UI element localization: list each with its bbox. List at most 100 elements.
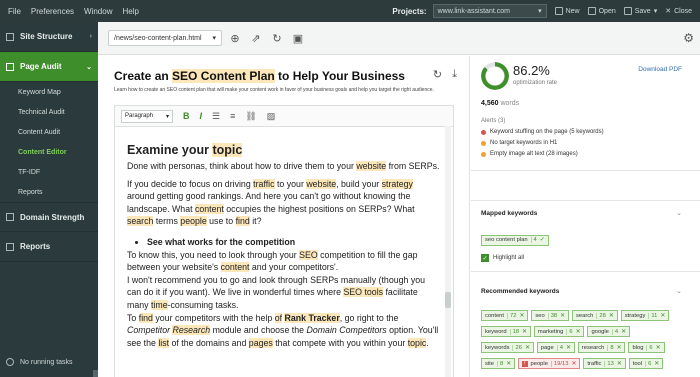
keyword-text: research	[581, 344, 605, 351]
text-run: Done with personas, think about how to d…	[127, 161, 357, 171]
remove-icon[interactable]: ✕	[571, 361, 576, 367]
alert-text: Keyword stuffing on the page (5 keywords…	[490, 129, 604, 135]
save-button-label: Save	[634, 7, 651, 15]
task-status: No running tasks	[0, 347, 98, 377]
keyword-tag[interactable]: ! people 19/13 ✕	[518, 358, 581, 369]
chevron-down-icon[interactable]: ⌄	[676, 287, 682, 295]
chevron-down-icon[interactable]: ⌄	[676, 209, 682, 217]
keyword-tag[interactable]: keyword 18 ✕	[481, 326, 531, 337]
remove-icon[interactable]: ✕	[522, 329, 527, 335]
new-button[interactable]: New	[554, 7, 580, 15]
menu-help[interactable]: Help	[122, 7, 138, 16]
document-title[interactable]: Create an SEO Content Plan to Help Your …	[114, 69, 405, 83]
gear-icon[interactable]: ⚙	[683, 31, 694, 45]
keyword-text: tool	[632, 360, 643, 367]
sidebar-subitem-keyword-map[interactable]: Keyword Map	[0, 82, 98, 102]
italic-icon[interactable]: I	[200, 111, 203, 121]
link-icon[interactable]: ⛓	[245, 111, 256, 122]
new-button-label: New	[565, 7, 580, 15]
keyword-tag[interactable]: tool 6 ✕	[628, 358, 664, 369]
keyword-tag[interactable]: keywords 26 ✕	[481, 342, 534, 353]
editor-scrollbar[interactable]	[445, 126, 451, 377]
editor-content[interactable]: Examine your topic Done with personas, t…	[114, 126, 454, 377]
chevron-down-icon: ▾	[538, 8, 542, 15]
sidebar-subitem-technical-audit[interactable]: Technical Audit	[0, 102, 98, 122]
keyword-tag[interactable]: seo content plan 4 ✓	[481, 234, 549, 246]
remove-icon[interactable]: ✕	[654, 361, 659, 367]
url-select[interactable]: /news/seo-content-plan.html ▾	[108, 30, 222, 46]
bullet-list-icon[interactable]: ≡	[230, 111, 235, 121]
remove-icon[interactable]: ✕	[656, 345, 661, 351]
remove-icon[interactable]: ✕	[525, 345, 530, 351]
keyword-count: 4	[611, 328, 618, 335]
share-icon[interactable]: ⇗	[248, 30, 264, 46]
address-bar: /news/seo-content-plan.html ▾ ⊕ ⇗ ↻ ▣ ⚙	[98, 22, 700, 55]
menu-preferences[interactable]: Preferences	[31, 7, 74, 16]
remove-icon[interactable]: ✕	[519, 313, 524, 319]
sidebar-item-domain-strength[interactable]: Domain Strength	[0, 202, 98, 232]
content-heading: Examine your topic	[127, 143, 441, 157]
remove-icon[interactable]: ✕	[617, 361, 622, 367]
add-page-icon[interactable]: ⊕	[227, 30, 243, 46]
keyword-tag[interactable]: strategy 11 ✕	[620, 310, 670, 321]
refresh-icon[interactable]: ↻	[269, 30, 285, 46]
sidebar-subitem-content-editor[interactable]: Content Editor	[0, 142, 98, 162]
save-button[interactable]: Save ▾	[623, 7, 657, 15]
remove-icon[interactable]: ✕	[609, 313, 614, 319]
close-button[interactable]: ✕ Close	[665, 7, 692, 16]
download-icon[interactable]: ⤓	[452, 68, 457, 81]
remove-icon[interactable]: ✕	[566, 345, 571, 351]
numbered-list-icon[interactable]: ☰	[212, 111, 220, 122]
sidebar-item-site-structure[interactable]: Site Structure ›	[0, 22, 98, 52]
remove-icon[interactable]: ✕	[617, 345, 622, 351]
list-item: See what works for the competition	[147, 236, 441, 249]
close-icon: ✕	[665, 8, 672, 15]
site-structure-icon	[6, 32, 14, 41]
image-icon[interactable]: ▨	[267, 111, 276, 122]
remove-icon[interactable]: ✕	[660, 313, 665, 319]
remove-icon[interactable]: ✕	[576, 329, 581, 335]
text-run: use to	[206, 216, 236, 227]
keyword-tag[interactable]: search 28 ✕	[572, 310, 618, 321]
keyword-tag[interactable]: google 4 ✕	[587, 326, 630, 337]
meta-description[interactable]: Learn how to create an SEO content plan …	[114, 87, 454, 93]
keyword-tag[interactable]: seo 38 ✕	[531, 310, 569, 321]
keyword-tag[interactable]: marketing 6 ✕	[533, 326, 585, 337]
keyword-text: strategy	[624, 312, 646, 319]
alerts-title[interactable]: Alerts (3)	[481, 118, 505, 124]
download-pdf-link[interactable]: Download PDF	[638, 66, 682, 73]
bold-icon[interactable]: B	[183, 111, 190, 121]
menu-file[interactable]: File	[8, 7, 21, 16]
sidebar-subitem-content-audit[interactable]: Content Audit	[0, 122, 98, 142]
keyword-count: 6	[646, 344, 653, 351]
keyword-tag[interactable]: blog 6 ✕	[628, 342, 665, 353]
keyword-tag[interactable]: site 8 ✕	[481, 358, 516, 369]
text-run: Domain Competitors	[306, 325, 387, 336]
remove-icon[interactable]: ✕	[506, 361, 511, 367]
keyword-text: keywords	[485, 344, 510, 351]
highlighted-keyword: SEO tools	[343, 287, 384, 298]
keyword-tag[interactable]: page 4 ✕	[536, 342, 575, 353]
title-text: Create an	[114, 69, 173, 83]
document-actions: ↻ ⤓	[433, 68, 457, 81]
keyword-tag[interactable]: content 72 ✕	[481, 310, 529, 321]
remove-icon[interactable]: ✕	[621, 329, 626, 335]
paragraph-style-select[interactable]: Paragraph ▾	[121, 109, 173, 123]
sidebar-item-page-audit[interactable]: Page Audit ⌄	[0, 52, 98, 82]
sidebar-subitem-tf-idf[interactable]: TF-IDF	[0, 162, 98, 182]
highlighted-keyword: traffic	[253, 178, 275, 189]
keyword-tag[interactable]: research 8 ✕	[577, 342, 626, 353]
schedule-icon[interactable]: ▣	[290, 30, 306, 46]
remove-icon[interactable]: ✕	[560, 313, 565, 319]
open-button[interactable]: Open	[587, 7, 616, 15]
refresh-icon[interactable]: ↻	[433, 68, 442, 81]
highlighted-keyword: search	[127, 216, 154, 227]
sidebar-subitem-reports[interactable]: Reports	[0, 182, 98, 202]
scrollbar-thumb[interactable]	[445, 292, 451, 308]
project-select[interactable]: www.link-assistant.com ▾	[432, 4, 547, 18]
keyword-tag[interactable]: traffic 13 ✕	[583, 358, 626, 369]
sidebar-item-reports[interactable]: Reports	[0, 232, 98, 262]
highlight-all-checkbox[interactable]: ✓ Highlight all	[481, 254, 524, 262]
menu-window[interactable]: Window	[84, 7, 112, 16]
alert-dot-icon	[481, 151, 486, 157]
